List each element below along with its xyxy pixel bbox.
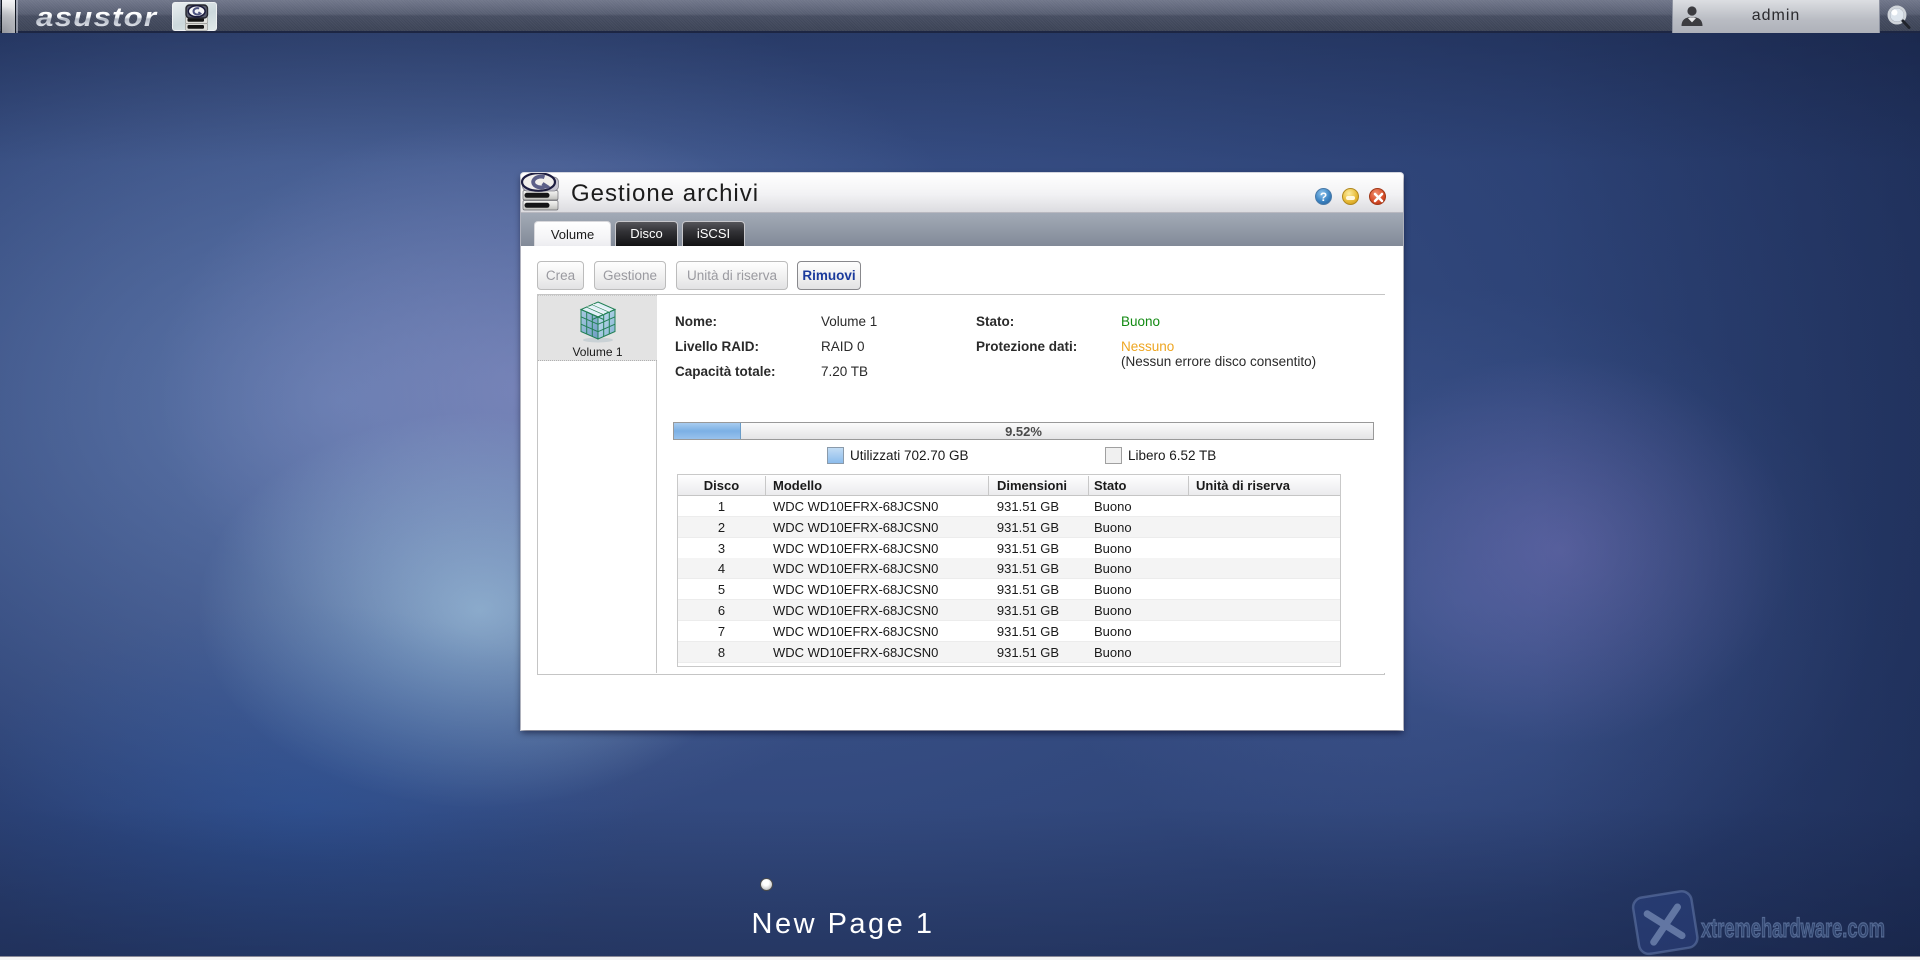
svg-text:xtremehardware.com: xtremehardware.com [1701, 913, 1885, 943]
